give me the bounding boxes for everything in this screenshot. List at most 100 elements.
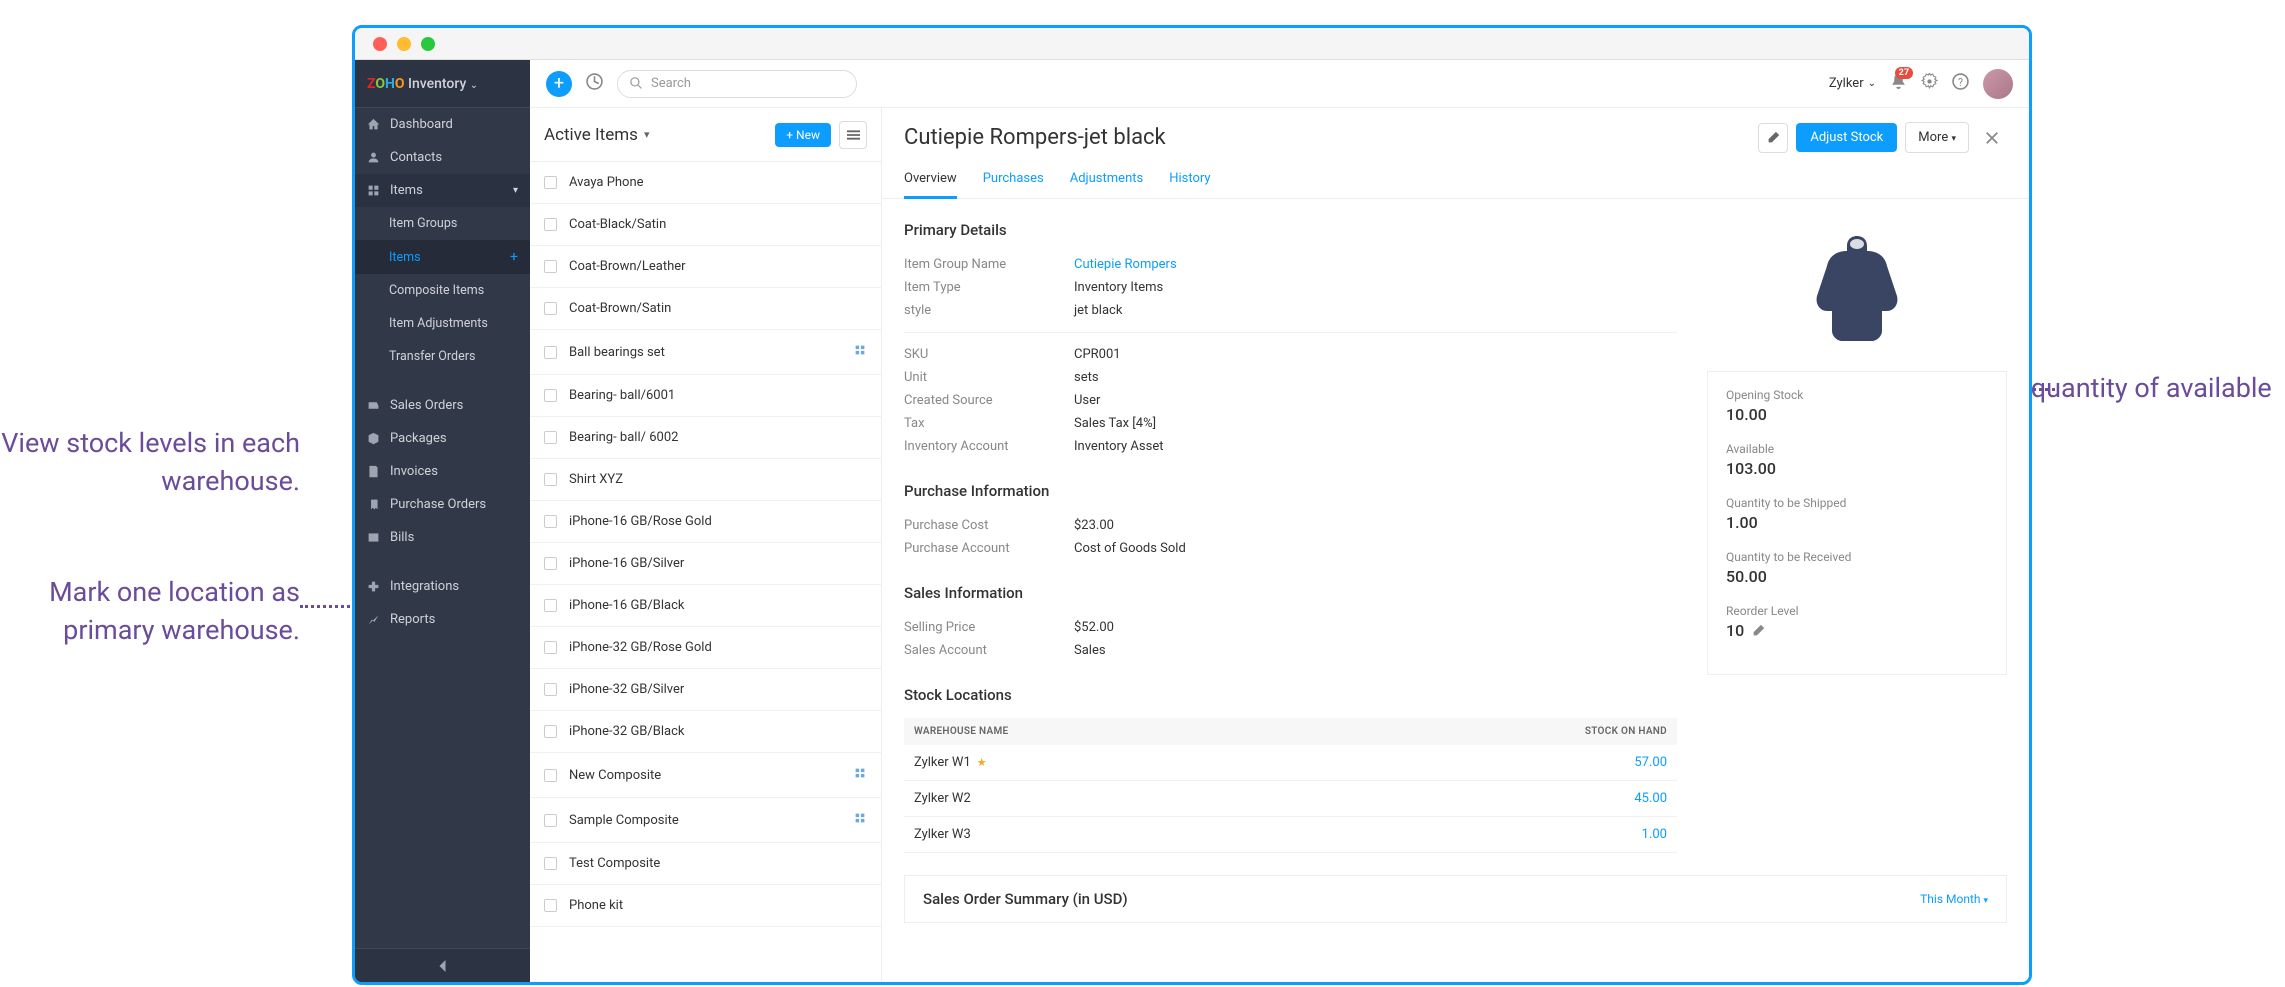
item-checkbox[interactable] (544, 302, 557, 315)
sidebar-item-bills[interactable]: Bills (355, 521, 530, 554)
tab-history[interactable]: History (1169, 165, 1210, 198)
item-name: Phone kit (569, 898, 867, 913)
item-list[interactable]: Avaya PhoneCoat-Black/SatinCoat-Brown/Le… (530, 162, 881, 982)
list-item[interactable]: iPhone-32 GB/Black (530, 711, 881, 753)
item-checkbox[interactable] (544, 389, 557, 402)
sidebar-item-dashboard[interactable]: Dashboard (355, 108, 530, 141)
item-checkbox[interactable] (544, 431, 557, 444)
window-close-button[interactable] (373, 37, 387, 51)
list-item[interactable]: Ball bearings set (530, 330, 881, 375)
list-item[interactable]: Sample Composite (530, 798, 881, 843)
sidebar-item-item-adjustments[interactable]: Item Adjustments (355, 307, 530, 340)
sidebar-item-label: Dashboard (390, 117, 453, 132)
table-row[interactable]: Zylker W1★57.00 (904, 745, 1677, 781)
list-item[interactable]: New Composite (530, 753, 881, 798)
help-icon[interactable]: ? (1952, 73, 1969, 94)
item-checkbox[interactable] (544, 176, 557, 189)
sidebar-item-reports[interactable]: Reports (355, 603, 530, 636)
item-checkbox[interactable] (544, 557, 557, 570)
user-avatar[interactable] (1983, 69, 2013, 99)
item-checkbox[interactable] (544, 515, 557, 528)
sidebar-item-item-groups[interactable]: Item Groups (355, 207, 530, 240)
edit-icon[interactable] (1752, 624, 1765, 637)
list-item[interactable]: Shirt XYZ (530, 459, 881, 501)
summary-period-dropdown[interactable]: This Month ▾ (1920, 892, 1988, 906)
field-value: jet black (1074, 303, 1122, 318)
app-logo[interactable]: ZOHO Inventory ⌄ (355, 60, 530, 108)
stock-label: Quantity to be Received (1726, 550, 1988, 564)
adjust-stock-button[interactable]: Adjust Stock (1796, 123, 1897, 152)
sidebar-item-composite-items[interactable]: Composite Items (355, 274, 530, 307)
item-checkbox[interactable] (544, 769, 557, 782)
section-title: Purchase Information (904, 482, 1677, 500)
tab-overview[interactable]: Overview (904, 165, 957, 199)
item-checkbox[interactable] (544, 473, 557, 486)
item-name: Bearing- ball/ 6002 (569, 430, 867, 445)
tab-purchases[interactable]: Purchases (983, 165, 1044, 198)
item-checkbox[interactable] (544, 599, 557, 612)
field-value: User (1074, 393, 1100, 408)
list-item[interactable]: Test Composite (530, 843, 881, 885)
list-item[interactable]: iPhone-32 GB/Silver (530, 669, 881, 711)
list-item[interactable]: iPhone-16 GB/Black (530, 585, 881, 627)
notifications-icon[interactable]: 27 (1890, 73, 1907, 94)
item-checkbox[interactable] (544, 641, 557, 654)
more-button[interactable]: More ▾ (1905, 122, 1969, 153)
list-item[interactable]: Bearing- ball/ 6002 (530, 417, 881, 459)
tab-adjustments[interactable]: Adjustments (1070, 165, 1144, 198)
list-item[interactable]: Coat-Black/Satin (530, 204, 881, 246)
sidebar-item-transfer-orders[interactable]: Transfer Orders (355, 340, 530, 373)
sidebar-item-purchase-orders[interactable]: Purchase Orders (355, 488, 530, 521)
stock-on-hand-value: 57.00 (1634, 755, 1667, 770)
sidebar-item-sales-orders[interactable]: Sales Orders (355, 389, 530, 422)
quick-add-button[interactable]: + (546, 71, 572, 97)
stock-on-hand-value: 45.00 (1634, 791, 1667, 806)
item-group-link[interactable]: Cutiepie Rompers (1074, 257, 1177, 272)
sidebar-item-label: Item Adjustments (389, 316, 488, 331)
close-icon[interactable] (1977, 123, 2007, 153)
field-label: Purchase Cost (904, 518, 1074, 533)
item-checkbox[interactable] (544, 683, 557, 696)
list-item[interactable]: Coat-Brown/Satin (530, 288, 881, 330)
edit-button[interactable] (1758, 123, 1788, 153)
sidebar-item-invoices[interactable]: Invoices (355, 455, 530, 488)
item-checkbox[interactable] (544, 346, 557, 359)
list-menu-button[interactable] (839, 121, 867, 149)
list-item[interactable]: Phone kit (530, 885, 881, 927)
sidebar-item-integrations[interactable]: Integrations (355, 570, 530, 603)
item-name: Shirt XYZ (569, 472, 867, 487)
item-checkbox[interactable] (544, 725, 557, 738)
search-input[interactable]: Search (617, 70, 857, 98)
table-header: STOCK ON HAND (1585, 726, 1667, 737)
list-item[interactable]: Bearing- ball/6001 (530, 375, 881, 417)
table-row[interactable]: Zylker W31.00 (904, 817, 1677, 853)
list-item[interactable]: iPhone-32 GB/Rose Gold (530, 627, 881, 669)
org-selector[interactable]: Zylker ⌄ (1829, 76, 1876, 91)
item-checkbox[interactable] (544, 260, 557, 273)
field-label: Item Type (904, 280, 1074, 295)
sidebar-item-items[interactable]: Items+ (355, 240, 530, 274)
list-item[interactable]: Avaya Phone (530, 162, 881, 204)
plus-icon[interactable]: + (510, 249, 518, 265)
sidebar-item-packages[interactable]: Packages (355, 422, 530, 455)
item-checkbox[interactable] (544, 857, 557, 870)
settings-icon[interactable] (1921, 73, 1938, 94)
list-item[interactable]: Coat-Brown/Leather (530, 246, 881, 288)
sidebar-collapse-button[interactable] (355, 948, 530, 982)
list-item[interactable]: iPhone-16 GB/Silver (530, 543, 881, 585)
window-minimize-button[interactable] (397, 37, 411, 51)
item-checkbox[interactable] (544, 218, 557, 231)
window-maximize-button[interactable] (421, 37, 435, 51)
main-area: + Search Zylker ⌄ 27 ? Active Items (530, 60, 2029, 982)
sidebar-item-contacts[interactable]: Contacts (355, 141, 530, 174)
sidebar-item-items-group[interactable]: Items ▾ (355, 174, 530, 207)
svg-text:?: ? (1958, 76, 1963, 89)
item-checkbox[interactable] (544, 814, 557, 827)
list-title-dropdown[interactable]: Active Items (544, 125, 649, 145)
table-row[interactable]: Zylker W245.00 (904, 781, 1677, 817)
item-name: Test Composite (569, 856, 867, 871)
item-checkbox[interactable] (544, 899, 557, 912)
new-item-button[interactable]: + New (775, 123, 831, 147)
recent-icon[interactable] (586, 73, 603, 94)
list-item[interactable]: iPhone-16 GB/Rose Gold (530, 501, 881, 543)
